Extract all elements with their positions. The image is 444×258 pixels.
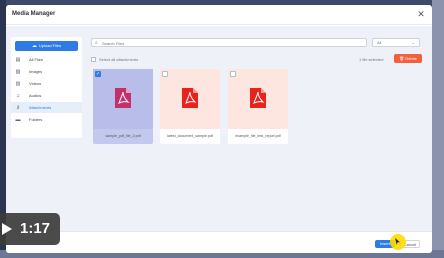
filter-selected-value: All xyxy=(377,40,382,45)
pdf-icon xyxy=(115,88,131,108)
pdf-icon xyxy=(182,88,198,108)
file-card[interactable]: example_file_test_report.pdf xyxy=(228,69,288,144)
sidebar-item-images[interactable]: ▧ Images xyxy=(11,66,82,77)
file-name: example_file_test_report.pdf xyxy=(235,134,281,138)
file-thumbnail xyxy=(160,69,220,129)
file-thumbnail xyxy=(228,69,288,129)
file-select-checkbox[interactable] xyxy=(230,71,236,77)
file-type-filter-select[interactable]: All ⌄ xyxy=(372,38,420,47)
sidebar-item-label: All Files xyxy=(29,57,44,62)
file-select-checkbox[interactable] xyxy=(162,71,168,77)
paperclip-icon: ∂ xyxy=(16,105,20,111)
upload-files-button[interactable]: ☁ Upload Files xyxy=(15,41,78,51)
select-all-checkbox[interactable] xyxy=(91,57,96,62)
sidebar-item-attachments[interactable]: ∂ Attachments xyxy=(11,102,82,113)
upload-files-label: Upload Files xyxy=(38,43,62,48)
file-select-checkbox[interactable]: ✓ xyxy=(95,71,101,77)
close-icon[interactable]: ✕ xyxy=(416,9,426,19)
sidebar-item-label: Attachments xyxy=(29,105,52,110)
folder-icon: ▬ xyxy=(15,117,21,123)
video-icon: ▥ xyxy=(15,81,21,87)
file-icon: ▤ xyxy=(15,57,21,63)
trash-icon: 🗑 xyxy=(399,56,405,61)
page-scrollbar-area xyxy=(432,0,444,258)
play-icon xyxy=(2,223,12,235)
file-name: sample_pdf_file_2.pdf xyxy=(105,134,141,138)
select-all-label: Select all attachments xyxy=(99,57,139,62)
cursor-highlight xyxy=(390,234,406,250)
video-timestamp-badge[interactable]: 1:17 xyxy=(0,213,60,245)
sidebar-item-folders[interactable]: ▬ Folders xyxy=(11,114,82,125)
sidebar-item-videos[interactable]: ▥ Videos xyxy=(11,78,82,89)
file-card[interactable]: ✓ sample_pdf_file_2.pdf xyxy=(93,69,153,144)
media-sidebar: ☁ Upload Files ▤ All Files ▧ Images ▥ Vid… xyxy=(11,37,82,138)
modal-footer: Insert Cancel xyxy=(6,231,432,253)
sidebar-item-label: Folders xyxy=(29,117,43,122)
selected-count-text: 1 file selected xyxy=(359,57,384,62)
image-icon: ▧ xyxy=(15,69,21,75)
delete-button[interactable]: 🗑 Delete xyxy=(394,54,422,63)
music-icon: ♫ xyxy=(16,93,20,99)
pdf-icon xyxy=(250,88,266,108)
file-thumbnail: ✓ xyxy=(93,69,153,129)
search-icon: ⌕ xyxy=(95,40,98,46)
search-input[interactable] xyxy=(102,39,362,47)
modal-header: Media Manager ✕ xyxy=(6,5,432,25)
cloud-upload-icon: ☁ xyxy=(31,43,37,49)
chevron-down-icon: ⌄ xyxy=(411,40,415,45)
sidebar-item-audios[interactable]: ♫ Audios xyxy=(11,90,82,101)
file-name: latest_document_sample.pdf xyxy=(167,134,213,138)
search-box: ⌕ xyxy=(91,38,367,47)
file-card[interactable]: latest_document_sample.pdf xyxy=(160,69,220,144)
video-timestamp: 1:17 xyxy=(20,220,51,237)
modal-body: ☁ Upload Files ▤ All Files ▧ Images ▥ Vid… xyxy=(6,26,432,231)
sidebar-item-label: Audios xyxy=(29,93,42,98)
media-manager-modal: Media Manager ✕ ☁ Upload Files ▤ All File… xyxy=(6,5,432,253)
sidebar-item-all-files[interactable]: ▤ All Files xyxy=(11,54,82,65)
modal-title: Media Manager xyxy=(12,11,56,17)
sidebar-item-label: Videos xyxy=(29,81,42,86)
delete-label: Delete xyxy=(405,56,417,61)
sidebar-item-label: Images xyxy=(29,69,43,74)
